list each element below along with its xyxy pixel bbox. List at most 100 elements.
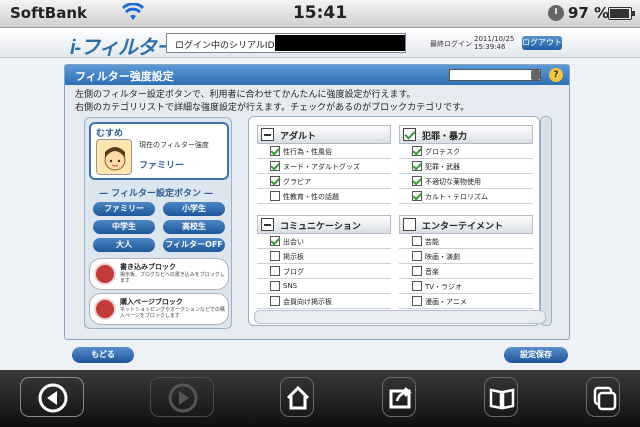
item-checkbox[interactable] xyxy=(412,146,422,156)
item-label: グラビア xyxy=(283,178,311,186)
filter-off-button[interactable]: フィルターOFF xyxy=(163,238,225,252)
tabs-button[interactable] xyxy=(586,377,620,417)
category-item[interactable]: 映画・演劇 xyxy=(399,249,533,264)
junior-high-button[interactable]: 中学生 xyxy=(93,220,155,234)
item-checkbox[interactable] xyxy=(270,281,280,291)
item-checkbox[interactable] xyxy=(412,191,422,201)
category-checkbox[interactable] xyxy=(261,218,274,231)
item-checkbox[interactable] xyxy=(412,176,422,186)
serial-id-label: ログイン中のシリアルID： xyxy=(175,41,284,51)
browser-forward-button[interactable] xyxy=(150,377,214,417)
item-checkbox[interactable] xyxy=(412,251,422,261)
save-settings-button[interactable]: 設定保存 xyxy=(504,347,568,363)
write-block-icon xyxy=(94,263,116,285)
item-checkbox[interactable] xyxy=(270,146,280,156)
help-icon[interactable]: ? xyxy=(549,68,563,82)
logout-button[interactable]: ログアウト xyxy=(522,36,562,50)
category-header[interactable]: 犯罪・暴力 xyxy=(399,125,533,144)
item-checkbox[interactable] xyxy=(270,161,280,171)
item-label: TV・ラジオ xyxy=(425,283,462,291)
panel-title: フィルター強度設定 xyxy=(75,70,174,83)
back-button[interactable]: もどる xyxy=(72,347,134,363)
write-block-desc: 掲示板、ブログなどへの書き込みをブロックします xyxy=(120,272,225,284)
category-entertainment: エンターテイメント 芸能映画・演劇音楽 TV・ラジオ漫画・アニメ xyxy=(399,215,533,309)
home-button[interactable] xyxy=(280,377,314,417)
write-block-toggle[interactable]: 書き込みブロック 掲示板、ブログなどへの書き込みをブロックします xyxy=(89,258,229,290)
write-block-title: 書き込みブロック xyxy=(120,263,176,271)
purchase-block-icon xyxy=(94,298,116,320)
purchase-block-title: 購入ページブロック xyxy=(120,298,183,306)
category-item[interactable]: 性教育・性の話題 xyxy=(257,189,391,204)
category-item[interactable]: 音楽 xyxy=(399,264,533,279)
category-item[interactable]: カルト・テロリズム xyxy=(399,189,533,204)
panel-description: 左側のフィルター設定ボタンで、利用者に合わせてかんたんに強度設定が行えます。 右… xyxy=(75,89,555,115)
category-adult: アダルト 性行為・性風俗ヌード・アダルトグッズ グラビア性教育・性の話題 xyxy=(257,125,391,204)
last-login-time: 15:39:46 xyxy=(474,43,506,51)
category-checkbox[interactable] xyxy=(403,128,416,141)
category-header[interactable]: アダルト xyxy=(257,125,391,144)
category-scrollbar[interactable] xyxy=(540,116,552,326)
category-item[interactable]: 不適切な薬物使用 xyxy=(399,174,533,189)
item-checkbox[interactable] xyxy=(270,296,280,306)
category-item[interactable]: ヌード・アダルトグッズ xyxy=(257,159,391,174)
category-item[interactable]: 犯罪・武器 xyxy=(399,159,533,174)
item-label: 映画・演劇 xyxy=(425,253,460,261)
item-checkbox[interactable] xyxy=(270,191,280,201)
item-label: ブログ xyxy=(283,268,304,276)
item-checkbox[interactable] xyxy=(412,236,422,246)
item-label: 出会い xyxy=(283,238,304,246)
item-checkbox[interactable] xyxy=(412,296,422,306)
item-label: 不適切な薬物使用 xyxy=(425,178,481,186)
item-checkbox[interactable] xyxy=(412,266,422,276)
browser-back-button[interactable] xyxy=(20,377,84,417)
item-label: SNS xyxy=(283,282,298,290)
category-item[interactable]: 芸能 xyxy=(399,234,533,249)
item-checkbox[interactable] xyxy=(270,176,280,186)
category-item[interactable]: ブログ xyxy=(257,264,391,279)
category-item[interactable]: 漫画・アニメ xyxy=(399,294,533,309)
category-item[interactable]: SNS xyxy=(257,279,391,294)
category-item[interactable]: TV・ラジオ xyxy=(399,279,533,294)
high-school-button[interactable]: 高校生 xyxy=(163,220,225,234)
category-item[interactable]: 掲示板 xyxy=(257,249,391,264)
last-login-date: 2011/10/25 xyxy=(474,35,515,43)
purchase-block-toggle[interactable]: 購入ページブロック ネットショッピングやオークションなどでの購入ページをブロック… xyxy=(89,293,229,325)
category-list: アダルト 性行為・性風俗ヌード・アダルトグッズ グラビア性教育・性の話題 犯罪・暴… xyxy=(248,116,540,326)
item-checkbox[interactable] xyxy=(412,161,422,171)
category-header[interactable]: エンターテイメント xyxy=(399,215,533,234)
item-checkbox[interactable] xyxy=(270,266,280,276)
family-button[interactable]: ファミリー xyxy=(93,202,155,216)
elementary-button[interactable]: 小学生 xyxy=(163,202,225,216)
serial-id-redacted xyxy=(275,35,405,51)
search-button[interactable] xyxy=(531,70,540,80)
category-item[interactable]: グロテスク xyxy=(399,144,533,159)
category-item[interactable]: 出会い xyxy=(257,234,391,249)
item-label: 犯罪・武器 xyxy=(425,163,460,171)
category-item[interactable]: 会員向け掲示板 xyxy=(257,294,391,309)
item-label: ヌード・アダルトグッズ xyxy=(283,163,360,171)
purchase-block-desc: ネットショッピングやオークションなどでの購入ページをブロックします xyxy=(120,307,225,319)
current-strength-label: 現在のフィルター強度 xyxy=(139,141,209,149)
last-login-datetime: 2011/10/25 15:39:46 xyxy=(474,35,514,51)
item-checkbox[interactable] xyxy=(270,236,280,246)
panel-header: フィルター強度設定 ? xyxy=(65,65,569,85)
user-avatar xyxy=(96,139,132,175)
category-checkbox[interactable] xyxy=(261,128,274,141)
battery-percent: 97 % xyxy=(568,4,610,22)
adult-button[interactable]: 大人 xyxy=(93,238,155,252)
category-header[interactable]: コミュニケーション xyxy=(257,215,391,234)
back-arrow-icon xyxy=(38,383,68,413)
battery-icon xyxy=(608,7,635,20)
category-item[interactable]: 性行為・性風俗 xyxy=(257,144,391,159)
share-button[interactable] xyxy=(382,377,416,417)
current-strength-value: ファミリー xyxy=(139,161,185,171)
item-checkbox[interactable] xyxy=(412,281,422,291)
category-title: コミュニケーション xyxy=(280,222,361,232)
item-label: 会員向け掲示板 xyxy=(283,298,332,306)
item-checkbox[interactable] xyxy=(270,251,280,261)
bookmarks-button[interactable] xyxy=(484,377,518,417)
item-label: 芸能 xyxy=(425,238,439,246)
search-input[interactable] xyxy=(449,69,541,81)
category-item[interactable]: グラビア xyxy=(257,174,391,189)
category-checkbox[interactable] xyxy=(403,218,416,231)
